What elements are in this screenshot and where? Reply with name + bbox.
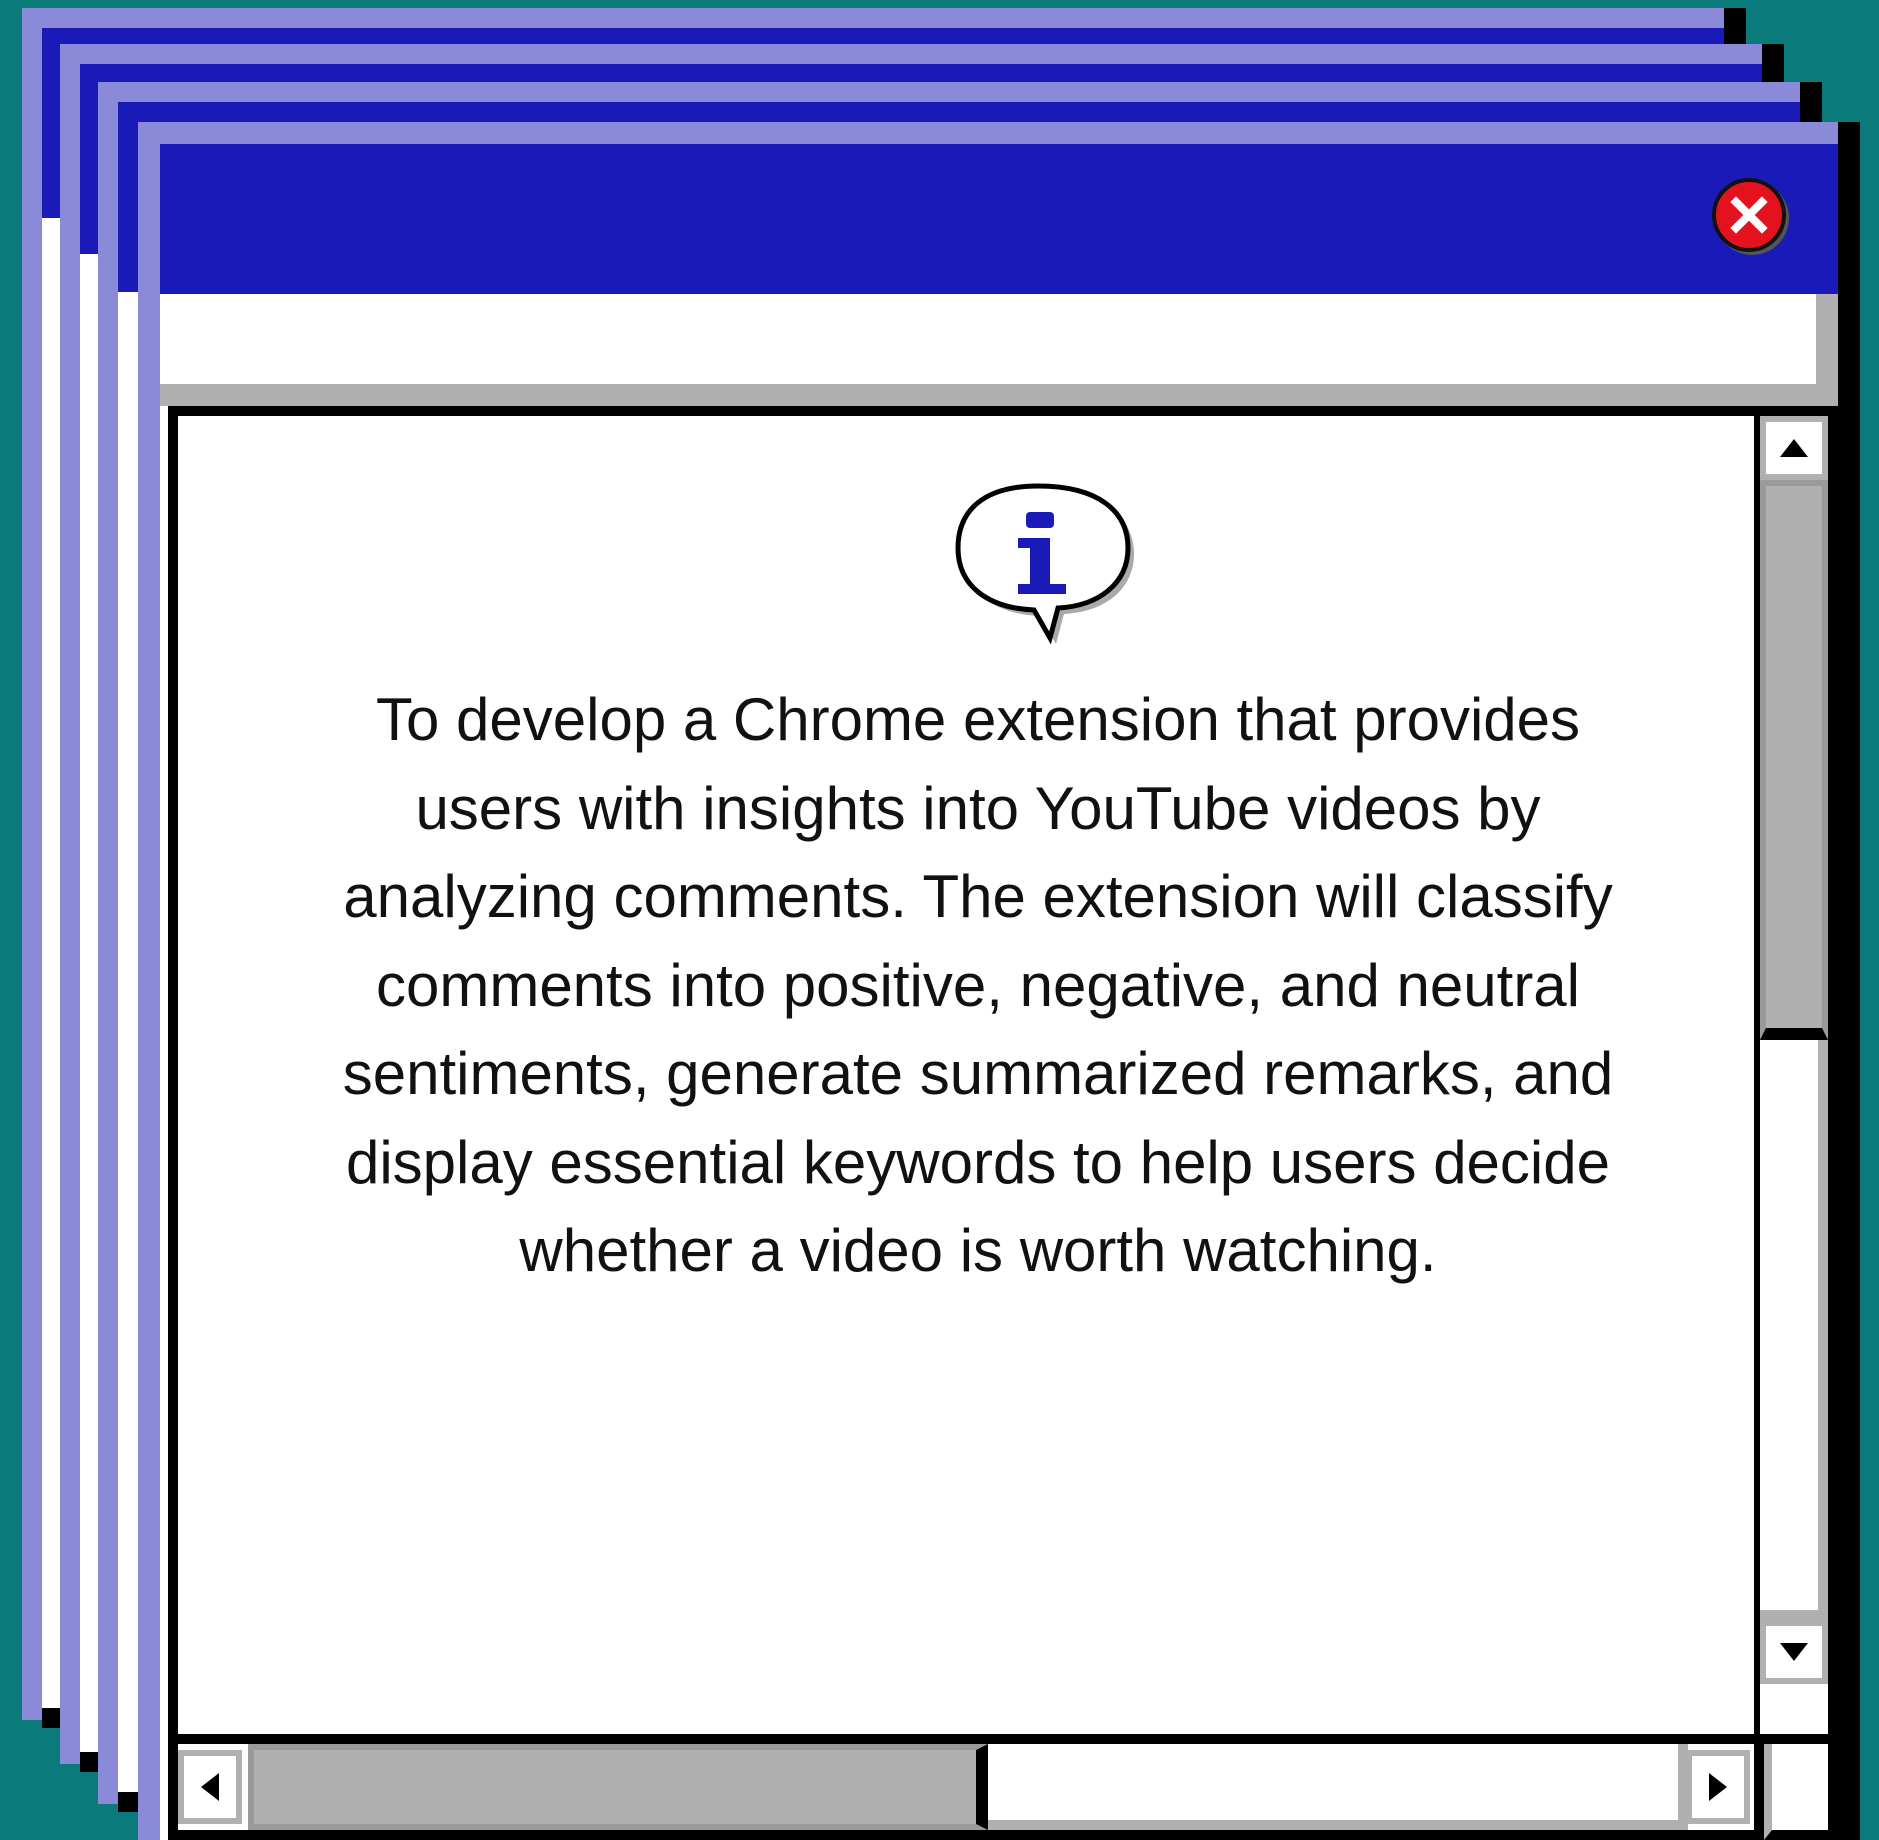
scroll-up-button[interactable] <box>1760 416 1828 480</box>
dialog-content: To develop a Chrome extension that provi… <box>168 406 1764 1744</box>
scroll-right-button[interactable] <box>1686 1750 1750 1824</box>
scrollbar-corner <box>1764 1744 1838 1840</box>
info-dialog-window: To develop a Chrome extension that provi… <box>138 122 1838 1840</box>
horizontal-scroll-track[interactable] <box>988 1744 1688 1830</box>
window-shadow <box>1838 122 1860 1840</box>
dialog-message: To develop a Chrome extension that provi… <box>342 686 1614 1284</box>
scroll-down-button[interactable] <box>1760 1620 1828 1684</box>
arrow-down-icon <box>1780 1643 1808 1661</box>
vertical-scroll-track[interactable] <box>1760 1040 1828 1620</box>
info-icon <box>955 483 1134 645</box>
vertical-scroll-thumb[interactable] <box>1760 480 1828 1040</box>
scroll-left-button[interactable] <box>178 1750 242 1824</box>
title-bar[interactable] <box>160 144 1838 294</box>
arrow-right-icon <box>1709 1773 1727 1801</box>
arrow-up-icon <box>1780 439 1808 457</box>
close-button[interactable] <box>1712 178 1786 252</box>
close-icon <box>1730 196 1768 234</box>
vertical-scrollbar[interactable] <box>1760 406 1838 1744</box>
horizontal-scrollbar[interactable] <box>168 1744 1764 1840</box>
horizontal-scroll-thumb[interactable] <box>248 1744 988 1830</box>
arrow-left-icon <box>201 1773 219 1801</box>
toolbar-area <box>160 294 1838 384</box>
window-divider <box>160 384 1838 406</box>
